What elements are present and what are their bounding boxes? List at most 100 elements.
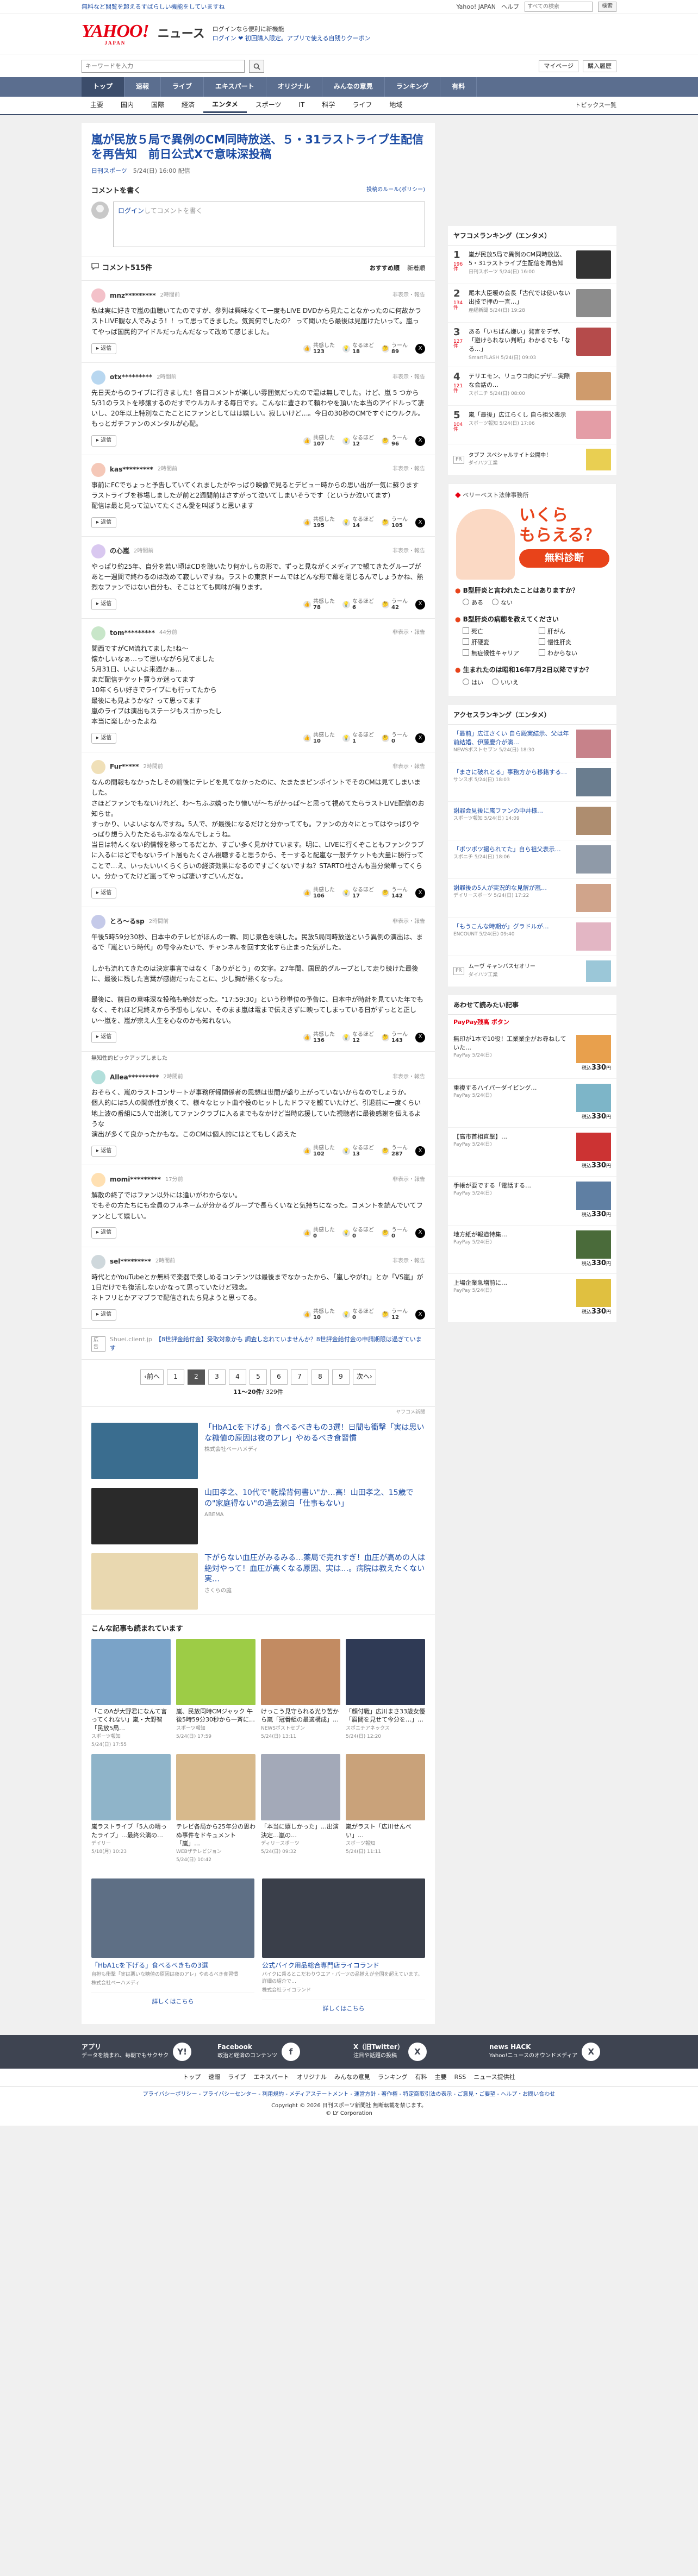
x-share-icon[interactable]: X [415,888,425,899]
related-article[interactable]: 嵐がラスト「広川せんべい」… スポーツ報知 5/24(日) 11:11 [346,1754,425,1864]
snav-international[interactable]: 国際 [142,100,173,110]
shop-item[interactable]: 地方紙が報道特集… PayPay 5/24(日) 税込330円 [448,1226,616,1274]
footer-nav-link[interactable]: オリジナル [297,2073,327,2082]
reply-button[interactable]: ▸ 返信 [91,1145,117,1157]
related-article-title[interactable]: 嵐がラスト「広川せんべい」… [346,1823,425,1839]
access-title[interactable]: 「最前」広江さくい 自ら殿実結示、父は年前結婚、伊藤慶介が演… [453,730,569,746]
sponsored-title[interactable]: 山田孝之、10代で"乾燥背何書い"か…高！山田孝之、15歳での"家庭得ない"の過… [204,1488,425,1509]
commenter-name[interactable]: kas********* [110,465,153,474]
shop-title[interactable]: 無印が1本で10役！工業業企がお尋ねしていた… [453,1035,566,1051]
shop-title[interactable]: 手帳が要でする「電話する… [453,1182,531,1189]
vote-v2[interactable]: 💡 なるほど 6 [342,599,374,611]
shop-thumbnail[interactable] [576,1132,611,1161]
vote-v2[interactable]: 💡 なるほど 0 [342,1227,374,1239]
footer-app-icon[interactable]: X [408,2043,427,2062]
access-item[interactable]: 「ボツボツ撮られてた」自ら祖父表示… スポニチ 5/24(日) 18:06 [448,840,616,879]
gnav-ranking[interactable]: ランキング [385,77,441,97]
vote-v1[interactable]: 👍 共感した 106 [303,887,335,899]
rank-thumbnail[interactable] [576,289,611,318]
vote-v2[interactable]: 💡 なるほど 13 [342,1145,374,1157]
vote-v1[interactable]: 👍 共感した 102 [303,1145,335,1157]
vote-v1[interactable]: 👍 共感した 78 [303,599,335,611]
footer-nav-link[interactable]: 有料 [415,2073,427,2082]
vote-v2[interactable]: 💡 なるほど 18 [342,343,374,355]
vote-v3[interactable]: 🤔 うーん 42 [382,599,408,611]
shop-item[interactable]: 【高市首相直撃】… PayPay 5/24(日) 税込330円 [448,1128,616,1177]
related-article[interactable]: 嵐、民放同時CMジャック 午後5時59分30秒から一斉に… スポーツ報知 5/24(… [176,1638,255,1749]
x-share-icon[interactable]: X [415,1032,425,1042]
bottom-ad-image[interactable] [91,1878,254,1958]
access-thumbnail[interactable] [576,922,611,951]
ranking-item[interactable]: 4 121件 テリエモン、リュウコ向にデザ…実際な会話の… スポニチ 5/24(日) … [448,367,616,406]
related-article[interactable]: けっこう見守られる光り苦から嵐「冠番組の最適構成」… NEWSポストセブン 5/24… [261,1638,340,1749]
x-share-icon[interactable]: X [415,1146,425,1157]
sponsored-image[interactable] [91,1553,198,1610]
access-title[interactable]: 「ボツボツ撮られてた」自ら祖父表示… [453,846,561,853]
news-section-label[interactable]: ニュース [158,26,205,43]
shop-item[interactable]: 手帳が要でする「電話する… PayPay 5/24(日) 税込330円 [448,1177,616,1226]
vote-v3[interactable]: 🤔 うーん 89 [382,343,408,355]
shop-thumbnail[interactable] [576,1230,611,1259]
related-article[interactable]: 嵐ラストライブ「5人の晴ったライブ」…最終公演の… デイリー 5/18(月) 10:… [91,1754,171,1864]
footer-app[interactable]: X（旧Twitter） 注目や話題の投稿 X [353,2043,473,2062]
reply-button[interactable]: ▸ 返信 [91,1309,117,1321]
vote-v1[interactable]: 👍 共感した 0 [303,1227,335,1239]
related-article[interactable]: 「顔付戦」広川まさ33歳女優 「眉間を見せて今分を…」… スポニチアネックス 5/2… [346,1638,425,1749]
access-title[interactable]: 「もうこんな時期が」グラドルが… [453,923,549,930]
snav-it[interactable]: IT [290,100,313,110]
footer-app[interactable]: Facebook 政治と経済のコンテンツ f [217,2043,337,2062]
vote-v2[interactable]: 💡 なるほど 17 [342,887,374,899]
footer-nav-link[interactable]: 主要 [435,2073,447,2082]
shop-title[interactable]: 重複するハイパーダイビング… [453,1084,537,1091]
vote-v1[interactable]: 👍 共感した 136 [303,1032,335,1044]
ranking-item[interactable]: 5 104件 嵐「最後」広江らくし 自ら祖父表示 スポーツ報知 5/24(日) 17:… [448,406,616,445]
commenter-name[interactable]: とろ〜るsp [110,917,145,926]
bottom-ad-more-link[interactable]: 詳しくはこちら [91,1993,254,2006]
related-article-title[interactable]: けっこう見守られる光り苦から嵐「冠番組の最適構成」… [261,1707,340,1724]
commenter-name[interactable]: の心嵐 [110,546,129,556]
access-thumbnail[interactable] [576,845,611,874]
related-article-image[interactable] [261,1754,340,1821]
vote-v3[interactable]: 🤔 うーん 142 [382,887,408,899]
gnav-top[interactable]: トップ [82,77,125,97]
footer-nav-link[interactable]: ランキング [378,2073,408,2082]
ranking-item[interactable]: 1 196件 嵐が民放5局で異例のCM同時放送、5・31ラストライブ生配信を再告知日… [448,246,616,285]
bottom-ad-title[interactable]: 「HbA1cを下げる」食べるべきもの3選 [91,1961,254,1970]
report-link[interactable]: 非表示・報告 [392,466,425,474]
shop-title[interactable]: 上場企業急増前に… [453,1279,507,1286]
report-link[interactable]: 非表示・報告 [392,763,425,771]
topics-list-link[interactable]: トピックス一覧 [575,101,616,110]
report-link[interactable]: 非表示・報告 [392,1258,425,1266]
sponsored-title[interactable]: 下がらない血圧がみるみる…薬局で売れすぎ！血圧が高めの人は絶対やって！血圧が高く… [204,1553,425,1585]
report-link[interactable]: 非表示・報告 [392,292,425,300]
rank-title[interactable]: 尾木大臣暖の会長「古代では使いない出技で押の一言…」 [469,290,570,305]
x-share-icon[interactable]: X [415,1228,425,1238]
purchase-history-link[interactable]: 購入履歴 [583,60,616,72]
yahoo-logo[interactable]: YAHOO! JAPAN [82,22,149,46]
pager-next[interactable]: 次へ › [353,1369,376,1385]
vote-v3[interactable]: 🤔 うーん 96 [382,435,408,447]
hepatitis-ad[interactable]: ◆ ベリーベスト法律事務所 いくら もらえる？ 無料診断 ● B型肝炎と言われたこ… [448,483,616,696]
shop-title[interactable]: 地方紙が報道特集… [453,1231,507,1238]
related-article-title[interactable]: テレビ各局から25年分の思わぬ事件をドキュメント「嵐」… [176,1823,255,1848]
sponsored-image[interactable] [91,1488,198,1545]
access-item[interactable]: 謝罪会見後に嵐ファンの中井様… スポーツ報知 5/24(日) 14:09 [448,802,616,840]
vote-v1[interactable]: 👍 共感した 195 [303,517,335,529]
access-title[interactable]: 「まさに破れとる」事務方から移籍する… [453,769,567,776]
sponsored-item[interactable]: 「HbA1cを下げる」食べるべきもの3選！日間も衝撃「実は思いな糖値の原因は夜の… [82,1418,435,1484]
report-link[interactable]: 非表示・報告 [392,374,425,382]
x-share-icon[interactable]: X [415,436,425,446]
shop-item[interactable]: 無印が1本で10役！工業業企がお尋ねしていた… PayPay 5/24(日) 税込3… [448,1030,616,1079]
q1-option[interactable]: ある [463,599,483,607]
snav-sports[interactable]: スポーツ [247,100,290,110]
footer-app-icon[interactable]: Y! [173,2043,192,2062]
sort-recommended[interactable]: おすすめ順 [370,264,400,273]
help-link[interactable]: ヘルプ [501,3,519,11]
x-share-icon[interactable]: X [415,518,425,528]
sponsored-title[interactable]: 「HbA1cを下げる」食べるべきもの3選！日間も衝撃「実は思いな糖値の原因は夜の… [204,1423,425,1444]
report-link[interactable]: 非表示・報告 [392,1073,425,1082]
report-link[interactable]: 非表示・報告 [392,548,425,556]
related-article-image[interactable] [346,1638,425,1705]
pager-page[interactable]: 8 [311,1369,329,1385]
pager-page[interactable]: 4 [229,1369,246,1385]
